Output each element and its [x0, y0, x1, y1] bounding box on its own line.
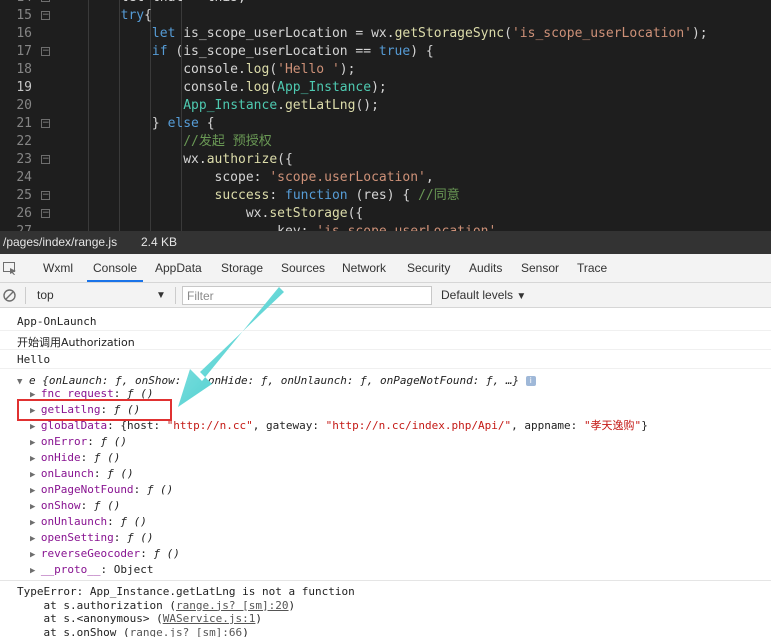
arrow-icon — [178, 287, 284, 407]
annotation-arrow — [178, 287, 284, 407]
